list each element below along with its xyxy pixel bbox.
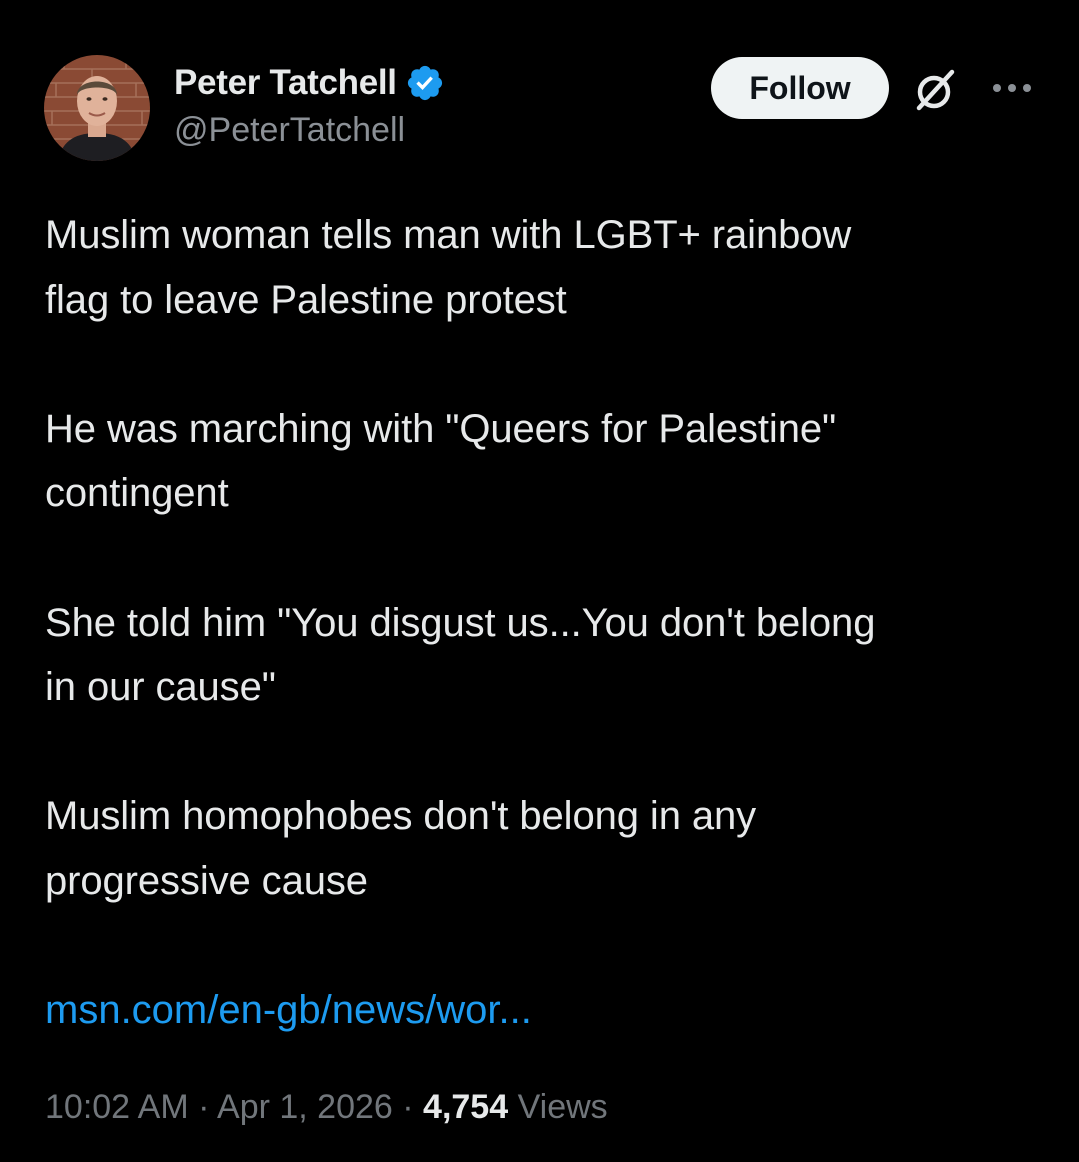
- meta-separator: ·: [402, 1088, 414, 1126]
- views-label: Views: [517, 1088, 608, 1126]
- tweet-meta: 10:02 AM · Apr 1, 2026 · 4,754 Views: [45, 1080, 608, 1134]
- tweet-date[interactable]: Apr 1, 2026: [217, 1088, 393, 1126]
- display-name[interactable]: Peter Tatchell: [174, 63, 397, 103]
- tweet-time[interactable]: 10:02 AM: [45, 1088, 189, 1126]
- tweet-link[interactable]: msn.com/en-gb/news/wor...: [45, 978, 532, 1042]
- avatar-image: [44, 55, 150, 161]
- follow-button[interactable]: Follow: [711, 57, 889, 119]
- display-name-row: Peter Tatchell: [174, 61, 445, 105]
- tweet-header: Peter Tatchell @PeterTatchell Follow: [44, 55, 1044, 165]
- verified-badge-icon[interactable]: [405, 63, 445, 103]
- more-icon[interactable]: [990, 81, 1034, 95]
- grok-icon[interactable]: [912, 67, 958, 113]
- tweet-text: Muslim woman tells man with LGBT+ rainbo…: [45, 213, 876, 903]
- handle[interactable]: @PeterTatchell: [174, 111, 445, 150]
- meta-separator: ·: [198, 1088, 210, 1126]
- views-count: 4,754: [423, 1088, 509, 1126]
- avatar[interactable]: [44, 55, 150, 161]
- tweet: Peter Tatchell @PeterTatchell Follow Mus…: [0, 0, 1079, 1162]
- author-names: Peter Tatchell @PeterTatchell: [174, 61, 445, 150]
